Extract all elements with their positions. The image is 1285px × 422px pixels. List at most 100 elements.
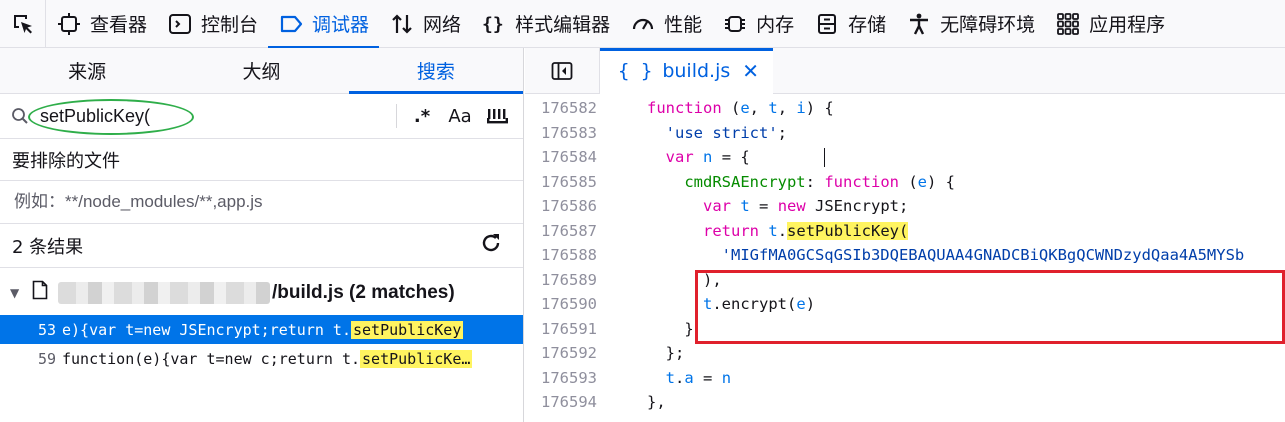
line-number[interactable]: 176582 [525, 99, 597, 117]
source-tab-build-js[interactable]: { } build.js ✕ [600, 47, 774, 94]
line-number[interactable]: 176585 [525, 173, 597, 191]
tool-tab-style-editor[interactable]: {} 样式编辑器 [471, 0, 620, 48]
element-picker-button[interactable] [0, 0, 46, 48]
tool-tab-label: 调试器 [312, 14, 370, 36]
code-text: }, [647, 393, 666, 412]
tab-sources[interactable]: 来源 [0, 48, 174, 93]
tool-tab-performance[interactable]: 性能 [620, 0, 712, 48]
toggle-sidebar-icon [551, 61, 573, 80]
code-line: 176591 } [525, 317, 1285, 342]
match-list: 53 e){var t=new JSEncrypt;return t. setPub… [0, 315, 523, 373]
debugger-icon [278, 11, 304, 37]
code-line: 176582 function (e, t, i) { [525, 96, 1285, 121]
performance-icon [630, 11, 656, 37]
editor-pane: { } build.js ✕ 176582 function (e, t, i) … [525, 47, 1285, 422]
code-line: 176584 var n = { [525, 145, 1285, 170]
case-sensitive-toggle[interactable]: Aa [441, 100, 479, 132]
line-number[interactable]: 176591 [525, 320, 597, 338]
tool-tab-label: 性能 [664, 14, 703, 36]
tab-outline[interactable]: 大纲 [174, 48, 348, 93]
search-match-row[interactable]: 59 function(e){var t=new c;return t. setPu… [0, 344, 523, 373]
exclude-files-field [0, 181, 523, 224]
search-match-row[interactable]: 53 e){var t=new JSEncrypt;return t. setPub… [0, 315, 523, 344]
code-text: var t = new JSEncrypt; [703, 197, 909, 216]
line-number[interactable]: 176590 [525, 295, 597, 313]
whole-word-toggle[interactable] [479, 100, 517, 132]
line-number[interactable]: 176587 [525, 222, 597, 240]
exclude-files-label: 要排除的文件 [0, 139, 523, 181]
code-line: 176590 t.encrypt(e) [525, 292, 1285, 317]
inspector-icon [56, 11, 82, 37]
line-number[interactable]: 176588 [525, 246, 597, 264]
tool-tab-inspector[interactable]: 查看器 [46, 0, 157, 48]
svg-text:{}: {} [482, 14, 504, 35]
exclude-files-input[interactable] [14, 192, 494, 212]
code-text: 'use strict'; [665, 123, 787, 142]
style-editor-icon: {} [481, 11, 507, 37]
element-picker-icon [13, 14, 32, 33]
line-number[interactable]: 176592 [525, 344, 597, 362]
tool-tab-application[interactable]: 应用程序 [1045, 0, 1175, 48]
tool-tab-label: 查看器 [90, 14, 148, 36]
code-text: t.a = n [665, 368, 732, 387]
match-highlight: setPublicKey [350, 320, 464, 339]
application-icon [1055, 11, 1081, 37]
tool-tab-label: 网络 [423, 14, 462, 36]
search-options-divider [396, 104, 397, 128]
line-number[interactable]: 176586 [525, 197, 597, 215]
tool-tab-label: 控制台 [201, 14, 259, 36]
code-text: return t.setPublicKey( [703, 221, 909, 240]
line-number[interactable]: 176583 [525, 124, 597, 142]
code-line: 176583 'use strict'; [525, 121, 1285, 146]
match-highlight: setPublicKe… [360, 349, 473, 368]
tool-tab-memory[interactable]: 内存 [712, 0, 804, 48]
whole-word-icon [487, 109, 508, 124]
code-text: 'MIGfMA0GCSqGSIb3DQEBAQUAA4GNADCBiQKBgQC… [721, 246, 1245, 265]
memory-icon [722, 11, 748, 37]
search-icon [0, 107, 40, 125]
line-number[interactable]: 176589 [525, 271, 597, 289]
match-text: e){var t=new JSEncrypt;return t. [62, 320, 351, 339]
expand-caret-icon[interactable]: ▼ [10, 286, 26, 300]
code-text: cmdRSAEncrypt: function (e) { [684, 172, 955, 191]
line-number[interactable]: 176594 [525, 393, 597, 411]
tool-tab-label: 存储 [848, 14, 887, 36]
redacted-path [58, 281, 270, 304]
tab-search[interactable]: 搜索 [348, 48, 524, 94]
code-line: 176588 'MIGfMA0GCSqGSIb3DQEBAQUAA4GNADCB… [525, 243, 1285, 268]
code-editor[interactable]: 176582 function (e, t, i) { 176583 'use st… [525, 96, 1285, 422]
code-line: 176586 var t = new JSEncrypt; [525, 194, 1285, 219]
tool-tab-debugger[interactable]: 调试器 [268, 0, 380, 49]
code-text: var n = { [665, 148, 750, 167]
tool-tab-storage[interactable]: 存储 [804, 0, 896, 48]
tool-tab-label: 无障碍环境 [940, 14, 1036, 36]
debugger-left-pane: 来源 大纲 搜索 .* Aa 要排除的文件 2 条结果 ▼ [0, 48, 524, 422]
close-icon[interactable]: ✕ [742, 59, 759, 83]
accessibility-icon [906, 11, 932, 37]
code-line: 176594}, [525, 390, 1285, 415]
text-cursor [824, 148, 825, 167]
code-text: function (e, t, i) { [647, 99, 834, 118]
search-result-summary: 2 条结果 [0, 224, 523, 268]
line-number[interactable]: 176584 [525, 148, 597, 166]
code-text: t.encrypt(e) [703, 295, 816, 314]
tool-tab-console[interactable]: 控制台 [157, 0, 268, 48]
tool-tab-accessibility[interactable]: 无障碍环境 [896, 0, 1045, 48]
code-text: }; [647, 344, 685, 363]
search-input[interactable] [40, 105, 396, 127]
source-tab-label: build.js [662, 59, 731, 82]
code-line: 176587 return t.setPublicKey( [525, 219, 1285, 244]
regex-toggle[interactable]: .* [403, 100, 441, 132]
code-text: ), [647, 270, 722, 289]
console-icon [167, 11, 193, 37]
line-number[interactable]: 176593 [525, 369, 597, 387]
result-count: 2 条结果 [12, 236, 84, 258]
tool-tab-network[interactable]: 网络 [379, 0, 471, 48]
refresh-icon[interactable] [479, 231, 503, 260]
search-result-file[interactable]: ▼ /build.js (2 matches) [0, 270, 523, 315]
code-line: 176592 }; [525, 341, 1285, 366]
project-search-bar: .* Aa [0, 94, 523, 139]
network-icon [389, 11, 415, 37]
js-file-icon: { } [618, 59, 653, 82]
toggle-sidebar-button[interactable] [525, 47, 600, 94]
